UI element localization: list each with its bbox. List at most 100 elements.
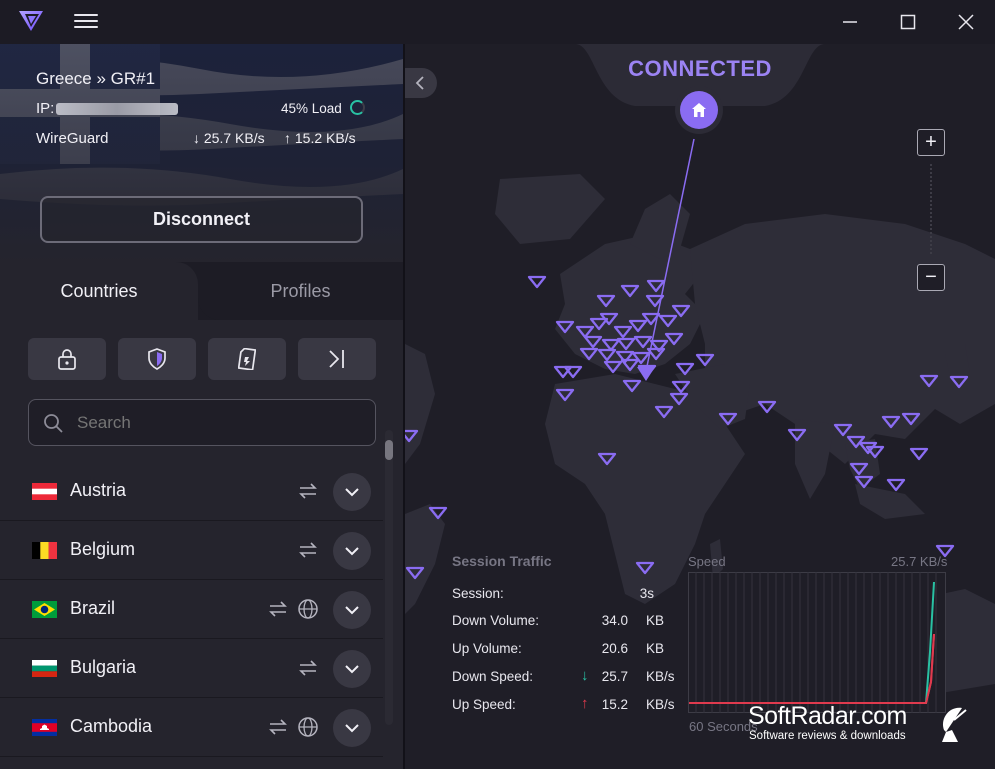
down-speed-unit: KB/s [646, 669, 675, 684]
expand-button[interactable] [333, 650, 371, 688]
expand-button[interactable] [333, 591, 371, 629]
tab-countries[interactable]: Countries [0, 262, 198, 320]
cambodia-flag-icon [32, 719, 57, 736]
down-speed-value: 25.7 [601, 669, 628, 684]
home-icon [692, 103, 706, 117]
sidebar: Greece » GR#1 IP: 45% Load WireGuard ↓ 2… [0, 44, 403, 769]
minimize-icon [843, 21, 857, 23]
server-map[interactable]: CONNECTED + − Session Traffic Session: 3… [405, 44, 995, 769]
search-input[interactable] [77, 412, 357, 434]
search-icon [44, 414, 63, 433]
list-item-austria[interactable]: Austria [0, 462, 383, 521]
globe-icon [298, 717, 318, 737]
streaming-filter-button[interactable] [208, 338, 286, 380]
chevron-down-icon [345, 665, 359, 674]
country-name: Bulgaria [70, 657, 137, 677]
ip-label: IP: [36, 100, 55, 117]
maximize-icon [900, 14, 916, 30]
satellite-dish-icon [942, 707, 967, 742]
quick-connect-filter-button[interactable] [298, 338, 376, 380]
session-value: 3s [639, 586, 654, 601]
p2p-icon [269, 601, 287, 617]
p2p-icon [269, 719, 287, 735]
p2p-icon [299, 542, 317, 558]
upload-speed: ↑ 15.2 KB/s [284, 130, 356, 146]
list-item-belgium[interactable]: Belgium [0, 521, 383, 580]
maximize-button[interactable] [888, 8, 928, 36]
brazil-flag-icon [32, 601, 57, 618]
ip-address-hidden [56, 103, 178, 115]
watermark-title: SoftRadar.com [748, 702, 907, 730]
up-speed-value: 15.2 [601, 697, 628, 712]
session-traffic-title: Session Traffic [452, 553, 552, 569]
belgium-flag-icon [32, 542, 57, 559]
austria-flag-icon [32, 483, 57, 500]
speed-graph-plot [688, 572, 946, 713]
expand-button[interactable] [333, 532, 371, 570]
down-volume-label: Down Volume: [452, 613, 540, 628]
country-name: Brazil [70, 598, 116, 618]
connection-header: Greece » GR#1 IP: 45% Load WireGuard ↓ 2… [0, 44, 403, 264]
chevron-left-icon [415, 76, 424, 90]
up-volume-unit: KB [646, 641, 665, 656]
zoom-slider-track[interactable] [930, 164, 932, 254]
up-speed-label: Up Speed: [452, 697, 516, 712]
up-volume-value: 20.6 [601, 641, 628, 656]
tab-bar: Countries Profiles [0, 262, 403, 320]
zoom-out-button[interactable]: − [917, 264, 945, 291]
country-name: Austria [70, 480, 127, 500]
up-volume-label: Up Volume: [452, 641, 522, 656]
down-speed-label: Down Speed: [452, 669, 534, 684]
globe-icon [298, 599, 318, 619]
search-box[interactable] [28, 399, 376, 446]
shield-icon [148, 348, 166, 370]
list-item-cambodia[interactable]: Cambodia [0, 698, 383, 757]
minimize-button[interactable] [830, 8, 870, 36]
scrollbar-track[interactable] [385, 430, 393, 725]
speed-graph-label: Speed [688, 554, 726, 569]
chevron-down-icon [345, 724, 359, 733]
protocol-label: WireGuard [36, 130, 109, 147]
list-item-bulgaria[interactable]: Bulgaria [0, 639, 383, 698]
chevron-down-icon [345, 606, 359, 615]
scrollbar-thumb[interactable] [385, 440, 393, 460]
secure-servers-filter-button[interactable] [118, 338, 196, 380]
close-button[interactable] [946, 8, 986, 36]
list-item-brazil[interactable]: Brazil [0, 580, 383, 639]
watermark-subtitle: Software reviews & downloads [749, 730, 906, 742]
collapse-sidebar-button[interactable] [405, 68, 437, 98]
arrow-down-icon: ↓ [581, 667, 589, 684]
speed-graph-max: 25.7 KB/s [891, 554, 948, 569]
expand-button[interactable] [333, 709, 371, 747]
chevron-down-icon [345, 547, 359, 556]
bulgaria-flag-icon [32, 660, 57, 677]
country-name: Cambodia [70, 716, 153, 736]
download-speed: ↓ 25.7 KB/s [193, 130, 265, 146]
protonvpn-logo [19, 11, 43, 31]
close-icon [958, 14, 974, 30]
lock-icon [58, 349, 76, 370]
country-list: Austria Belgium Brazil Bulgaria Cambodia [0, 462, 383, 769]
home-location-button[interactable] [680, 91, 718, 129]
down-volume-unit: KB [646, 613, 665, 628]
hamburger-menu-button[interactable] [74, 10, 98, 32]
arrow-up-icon: ↑ [581, 695, 589, 712]
chevron-down-icon [345, 488, 359, 497]
zoom-in-button[interactable]: + [917, 129, 945, 156]
country-name: Belgium [70, 539, 136, 559]
session-label: Session: [452, 586, 504, 601]
sd-card-icon [238, 348, 256, 370]
arrow-up-icon: ↑ [284, 130, 291, 146]
up-speed-unit: KB/s [646, 697, 675, 712]
disconnect-button[interactable]: Disconnect [40, 196, 363, 243]
secure-core-filter-button[interactable] [28, 338, 106, 380]
load-indicator-icon [350, 100, 365, 115]
arrow-bar-icon [329, 350, 344, 368]
p2p-icon [299, 660, 317, 676]
server-name: Greece » GR#1 [36, 69, 156, 88]
title-bar [0, 0, 995, 44]
watermark: SoftRadar.com Software reviews & downloa… [748, 700, 988, 750]
p2p-icon [299, 483, 317, 499]
tab-profiles[interactable]: Profiles [198, 262, 403, 320]
expand-button[interactable] [333, 473, 371, 511]
